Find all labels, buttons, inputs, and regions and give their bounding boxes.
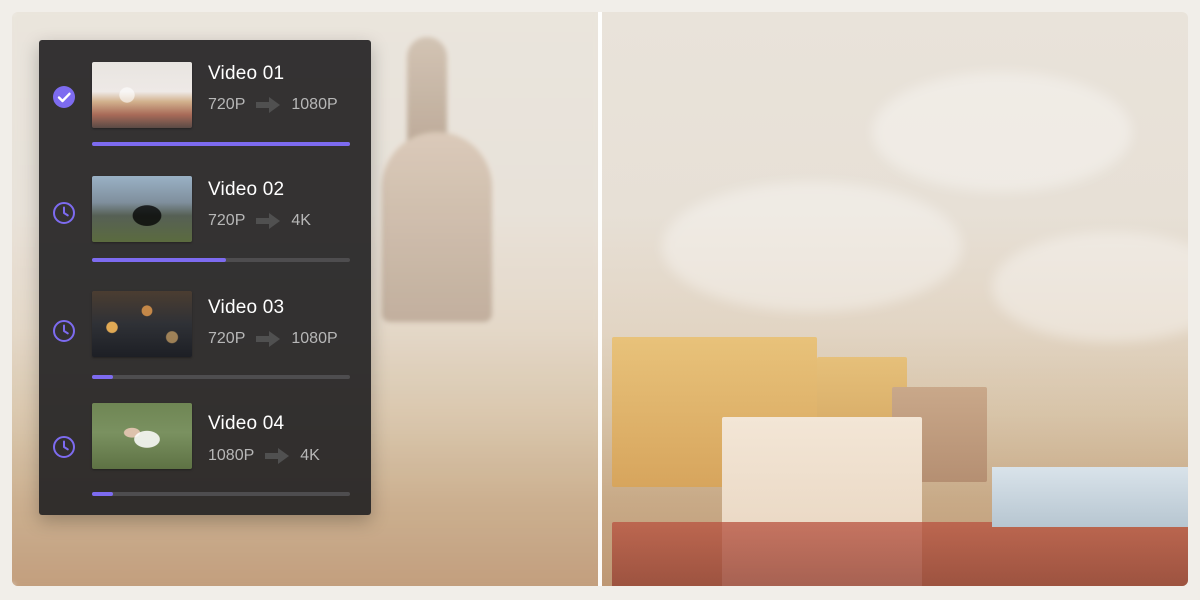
from-resolution: 720P — [208, 330, 246, 347]
video-item[interactable]: Video 02 720P 4K — [39, 174, 371, 289]
progress-fill — [92, 492, 113, 496]
progress-bar — [92, 375, 350, 379]
progress-bar — [92, 142, 350, 146]
video-item[interactable]: Video 01 720P 1080P — [39, 58, 371, 173]
progress-fill — [92, 375, 113, 379]
video-item[interactable]: Video 03 720P 1080P — [39, 291, 371, 406]
progress-bar — [92, 258, 350, 262]
check-circle-icon — [52, 85, 76, 109]
to-resolution: 4K — [291, 212, 311, 229]
video-thumbnail — [92, 403, 192, 469]
from-resolution: 1080P — [208, 447, 255, 464]
video-title: Video 04 — [208, 413, 285, 434]
video-item[interactable]: Video 04 1080P 4K — [39, 403, 371, 518]
clock-icon — [52, 319, 76, 343]
video-title: Video 01 — [208, 63, 285, 84]
clock-icon — [52, 435, 76, 459]
progress-fill — [92, 142, 350, 146]
video-thumbnail — [92, 291, 192, 357]
resolution-change: 1080P 4K — [208, 447, 320, 465]
from-resolution: 720P — [208, 212, 246, 229]
progress-bar — [92, 492, 350, 496]
video-thumbnail — [92, 62, 192, 128]
video-queue-panel: Video 01 720P 1080P Video 02 720P 4K Vid… — [39, 40, 371, 515]
from-resolution: 720P — [208, 96, 246, 113]
arrow-right-icon — [255, 96, 281, 114]
cloud-shape — [872, 72, 1132, 192]
resolution-change: 720P 4K — [208, 212, 311, 230]
arrow-right-icon — [255, 330, 281, 348]
to-resolution: 1080P — [291, 96, 338, 113]
video-title: Video 03 — [208, 297, 285, 318]
video-title: Video 02 — [208, 179, 285, 200]
to-resolution: 4K — [300, 447, 320, 464]
resolution-change: 720P 1080P — [208, 96, 338, 114]
comparison-divider[interactable] — [598, 12, 602, 586]
video-thumbnail — [92, 176, 192, 242]
arrow-right-icon — [255, 212, 281, 230]
roof-shape — [612, 522, 1188, 586]
to-resolution: 1080P — [291, 330, 338, 347]
progress-fill — [92, 258, 227, 262]
clock-icon — [52, 201, 76, 225]
sea-shape — [992, 467, 1188, 527]
resolution-change: 720P 1080P — [208, 330, 338, 348]
cloud-shape — [662, 182, 962, 312]
arrow-right-icon — [264, 447, 290, 465]
